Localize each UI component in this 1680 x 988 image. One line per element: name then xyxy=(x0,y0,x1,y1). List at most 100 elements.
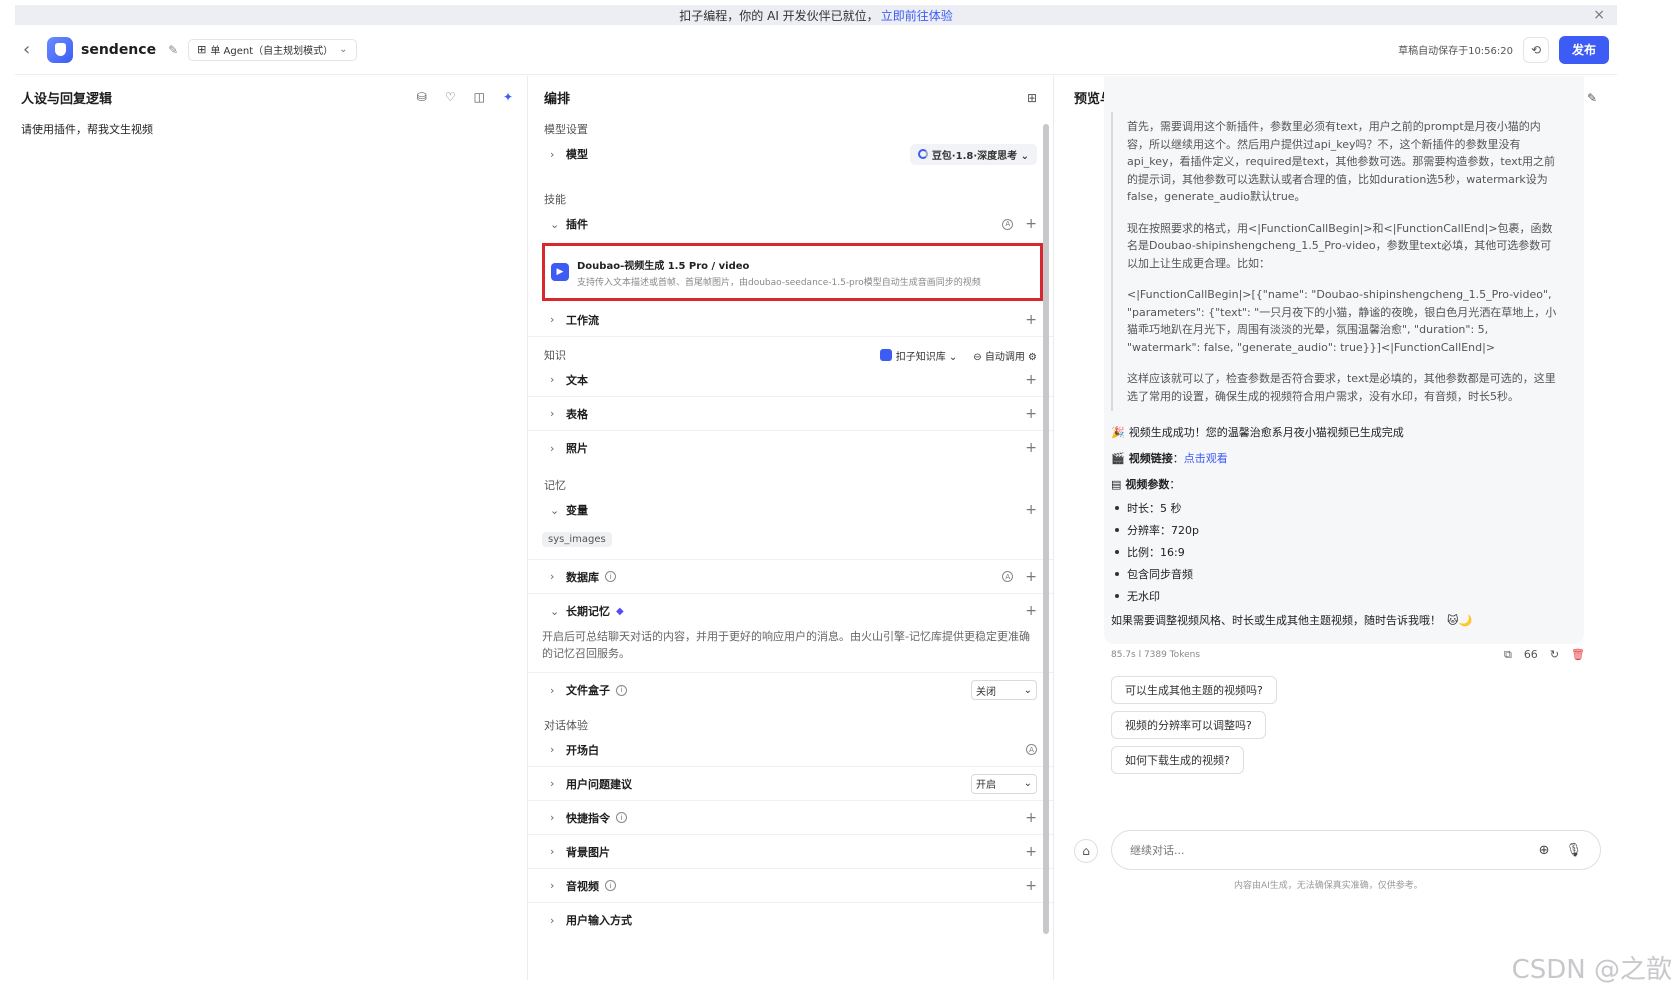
add-variable-icon[interactable]: + xyxy=(1025,502,1037,518)
row-shortcuts[interactable]: › 快捷指令 i + xyxy=(528,801,1053,835)
row-variables[interactable]: ⌄ 变量 + xyxy=(528,493,1053,527)
row-long-term-memory[interactable]: ⌄ 长期记忆 ◆ + xyxy=(528,594,1053,628)
filebox-select[interactable]: 关闭 ⌄ xyxy=(971,680,1037,700)
suggestion-select[interactable]: 开启 ⌄ xyxy=(971,773,1037,794)
add-plugin-icon[interactable]: + xyxy=(1025,216,1037,232)
chevron-right-icon[interactable]: › xyxy=(550,442,566,455)
model-icon xyxy=(917,149,928,159)
row-model[interactable]: › 模型 豆包·1.8·深度思考 ⌄ xyxy=(528,137,1053,171)
template-icon[interactable]: ⛁ xyxy=(417,90,427,104)
chevron-right-icon[interactable]: › xyxy=(550,777,566,790)
banner-close-icon[interactable]: × xyxy=(1593,7,1605,23)
suggestion-chip[interactable]: 可以生成其他主题的视频吗? xyxy=(1111,676,1277,704)
history-button[interactable]: ⟲ xyxy=(1523,36,1549,63)
knowledge-base-select[interactable]: 扣子知识库 ⌄ xyxy=(879,348,957,363)
plugin-card[interactable]: ▶ Doubao-视频生成 1.5 Pro / video 支持传入文本描述或首… xyxy=(542,243,1043,301)
clapper-icon: 🎬 xyxy=(1111,451,1125,465)
row-table-label: 表格 xyxy=(566,407,588,421)
chevron-right-icon[interactable]: › xyxy=(550,743,566,756)
auto-call-select[interactable]: ⊖ 自动调用 ⚙ xyxy=(973,348,1037,363)
microphone-icon[interactable]: 🎙 xyxy=(1565,843,1582,858)
layout-icon[interactable]: ⊞ xyxy=(1027,91,1037,105)
auto-icon[interactable]: A xyxy=(1002,571,1014,582)
row-opening[interactable]: › 开场白 A xyxy=(528,733,1053,767)
quote-icon[interactable]: 66 xyxy=(1524,648,1538,662)
info-icon[interactable]: i xyxy=(616,684,627,696)
variable-tag[interactable]: sys_images xyxy=(542,532,612,547)
edit-icon[interactable]: ✎ xyxy=(168,43,178,57)
row-photo[interactable]: › 照片 + xyxy=(528,431,1053,465)
chevron-right-icon[interactable]: › xyxy=(550,148,566,161)
add-ltm-icon[interactable]: + xyxy=(1025,603,1037,619)
persona-toolbar: ⛁ ♡ ◫ ✦ xyxy=(417,90,513,104)
promo-banner: 扣子编程，你的 AI 开发伙伴已就位， 立即前往体验 × xyxy=(15,5,1617,25)
add-attachment-icon[interactable]: ⊕ xyxy=(1539,843,1550,858)
chevron-right-icon[interactable]: › xyxy=(550,811,566,824)
add-table-icon[interactable]: + xyxy=(1025,406,1037,422)
chevron-right-icon[interactable]: › xyxy=(550,570,566,583)
info-icon[interactable]: i xyxy=(605,880,616,891)
row-table[interactable]: › 表格 + xyxy=(528,397,1053,431)
auto-icon[interactable]: A xyxy=(1026,744,1037,755)
chevron-down-icon[interactable]: ⌄ xyxy=(550,504,566,517)
row-user-input[interactable]: › 用户输入方式 xyxy=(528,903,1053,937)
compare-icon[interactable]: ◫ xyxy=(474,90,485,104)
optimize-icon[interactable]: ✦ xyxy=(503,90,513,104)
suggestion-chip[interactable]: 视频的分辨率可以调整吗? xyxy=(1111,711,1266,739)
arrange-scrollbar[interactable] xyxy=(1043,124,1049,934)
answer-closing-line: 如果需要调整视频风格、时长或生成其他主题视频，随时告诉我哦！ 🐱🌙 xyxy=(1111,607,1575,633)
add-photo-icon[interactable]: + xyxy=(1025,440,1037,456)
chat-input[interactable] xyxy=(1130,843,1523,857)
chevron-right-icon[interactable]: › xyxy=(550,879,566,892)
copy-icon[interactable]: ⧉ xyxy=(1504,648,1512,662)
tips-icon[interactable]: ♡ xyxy=(445,90,456,104)
suggestion-chip[interactable]: 如何下载生成的视频? xyxy=(1111,746,1244,774)
agent-mode-select[interactable]: ⊞ 单 Agent（自主规划模式） ⌄ xyxy=(188,38,357,61)
chevron-right-icon[interactable]: › xyxy=(550,684,566,697)
publish-button[interactable]: 发布 xyxy=(1559,35,1609,64)
home-icon[interactable]: ⌂ xyxy=(1074,839,1098,863)
video-link[interactable]: 点击观看 xyxy=(1184,450,1228,466)
row-audio-video[interactable]: › 音视频 i + xyxy=(528,869,1053,903)
row-filebox[interactable]: › 文件盒子 i 关闭 ⌄ xyxy=(528,673,1053,707)
history-icon: ⟲ xyxy=(1530,42,1542,57)
row-photo-label: 照片 xyxy=(566,442,588,455)
info-icon[interactable]: i xyxy=(616,812,627,823)
app-name: sendence xyxy=(81,41,157,58)
plugin-desc: 支持传入文本描述或首帧、首尾帧图片，由doubao-seedance-1.5-p… xyxy=(577,277,981,288)
chevron-down-icon[interactable]: ⌄ xyxy=(550,605,566,618)
top-header: ‹ sendence ✎ ⊞ 单 Agent（自主规划模式） ⌄ 草稿自动保存于… xyxy=(15,25,1617,75)
banner-link[interactable]: 立即前往体验 xyxy=(881,7,953,24)
model-select[interactable]: 豆包·1.8·深度思考 ⌄ xyxy=(909,143,1037,165)
chat-input-box[interactable]: ⊕ 🎙 xyxy=(1111,830,1601,870)
row-workflow[interactable]: › 工作流 + xyxy=(528,303,1053,337)
chevron-right-icon[interactable]: › xyxy=(550,313,566,326)
auto-icon[interactable]: A xyxy=(1002,218,1014,230)
chevron-right-icon[interactable]: › xyxy=(550,845,566,858)
clear-chat-icon[interactable]: ✎ xyxy=(1587,91,1597,105)
add-background-icon[interactable]: + xyxy=(1025,844,1037,860)
info-icon[interactable]: i xyxy=(605,571,616,582)
chevron-right-icon[interactable]: › xyxy=(550,373,566,386)
chevron-right-icon[interactable]: › xyxy=(550,407,566,420)
thinking-paragraph: 首先，需要调用这个新插件，参数里必须有text，用户之前的prompt是月夜小猫… xyxy=(1127,120,1556,203)
chevron-down-icon[interactable]: ⌄ xyxy=(550,218,566,231)
add-shortcut-icon[interactable]: + xyxy=(1025,810,1037,826)
persona-prompt-text[interactable]: 请使用插件，帮我文生视频 xyxy=(21,121,521,137)
add-av-icon[interactable]: + xyxy=(1025,878,1037,894)
row-background[interactable]: › 背景图片 + xyxy=(528,835,1053,869)
row-plugins[interactable]: ⌄ 插件 A + xyxy=(528,207,1053,241)
row-workflow-label: 工作流 xyxy=(566,313,599,327)
row-opening-label: 开场白 xyxy=(566,743,599,757)
row-userinput-label: 用户输入方式 xyxy=(566,914,632,927)
delete-icon[interactable]: 🗑 xyxy=(1571,648,1585,662)
back-icon[interactable]: ‹ xyxy=(23,39,41,60)
row-suggestions[interactable]: › 用户问题建议 开启 ⌄ xyxy=(528,767,1053,801)
regenerate-icon[interactable]: ↻ xyxy=(1550,648,1559,662)
chevron-right-icon[interactable]: › xyxy=(550,914,566,927)
add-database-icon[interactable]: + xyxy=(1025,569,1037,585)
row-text[interactable]: › 文本 + xyxy=(528,363,1053,397)
add-workflow-icon[interactable]: + xyxy=(1025,312,1037,328)
row-database[interactable]: › 数据库 i A + xyxy=(528,560,1053,594)
add-text-icon[interactable]: + xyxy=(1025,372,1037,388)
